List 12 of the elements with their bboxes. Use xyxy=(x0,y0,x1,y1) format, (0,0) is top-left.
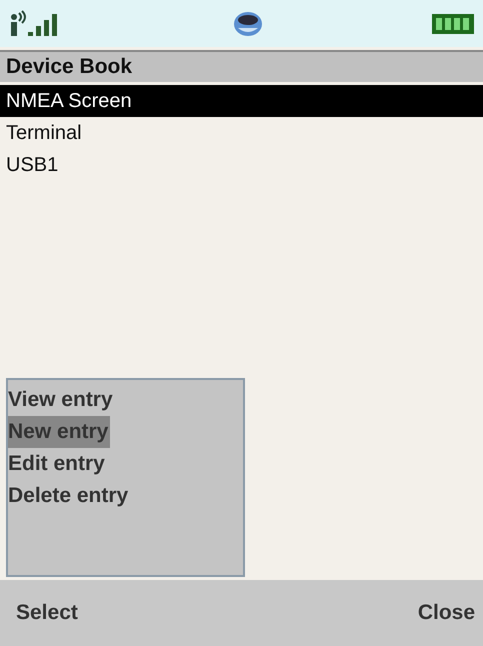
menu-item[interactable]: View entry xyxy=(8,384,115,416)
list-item[interactable]: USB1 xyxy=(0,149,483,181)
menu-item[interactable]: Edit entry xyxy=(8,448,107,480)
menu-item[interactable]: Delete entry xyxy=(8,480,130,512)
list-item[interactable]: NMEA Screen xyxy=(0,85,483,117)
coffee-cup-icon xyxy=(232,10,264,38)
close-softkey[interactable]: Close xyxy=(418,597,475,629)
menu-item[interactable]: New entry xyxy=(8,416,110,448)
screen-title: Device Book xyxy=(0,50,483,82)
list-item[interactable]: Terminal xyxy=(0,117,483,149)
battery-icon xyxy=(431,12,475,34)
select-softkey[interactable]: Select xyxy=(16,597,78,629)
